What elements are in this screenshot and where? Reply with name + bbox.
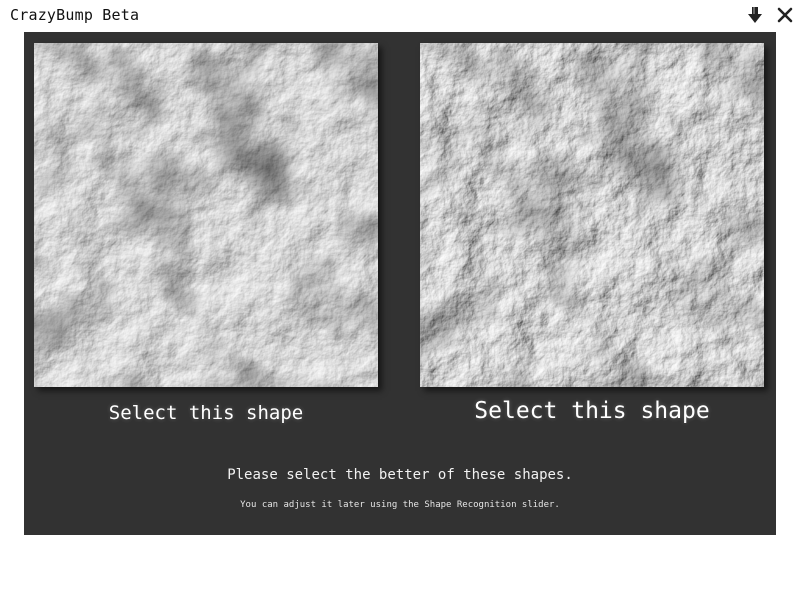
height-texture-left-image (34, 43, 378, 387)
height-texture-right-image (420, 43, 764, 387)
select-shape-left-button[interactable]: Select this shape (34, 402, 378, 424)
select-shape-right-button[interactable]: Select this shape (420, 398, 764, 424)
down-arrow-icon (748, 7, 762, 23)
instruction-text: Please select the better of these shapes… (227, 467, 573, 483)
shape-preview-left[interactable] (34, 43, 378, 387)
app-title: CrazyBump Beta (10, 6, 140, 24)
minimize-button[interactable] (744, 4, 766, 26)
close-x-icon (777, 7, 793, 23)
close-button[interactable] (774, 4, 796, 26)
hint-text: You can adjust it later using the Shape … (240, 500, 560, 510)
shape-selection-panel: Select this shape Select this shape Plea… (24, 32, 776, 535)
shape-preview-right[interactable] (420, 43, 764, 387)
title-bar: CrazyBump Beta (0, 0, 800, 32)
